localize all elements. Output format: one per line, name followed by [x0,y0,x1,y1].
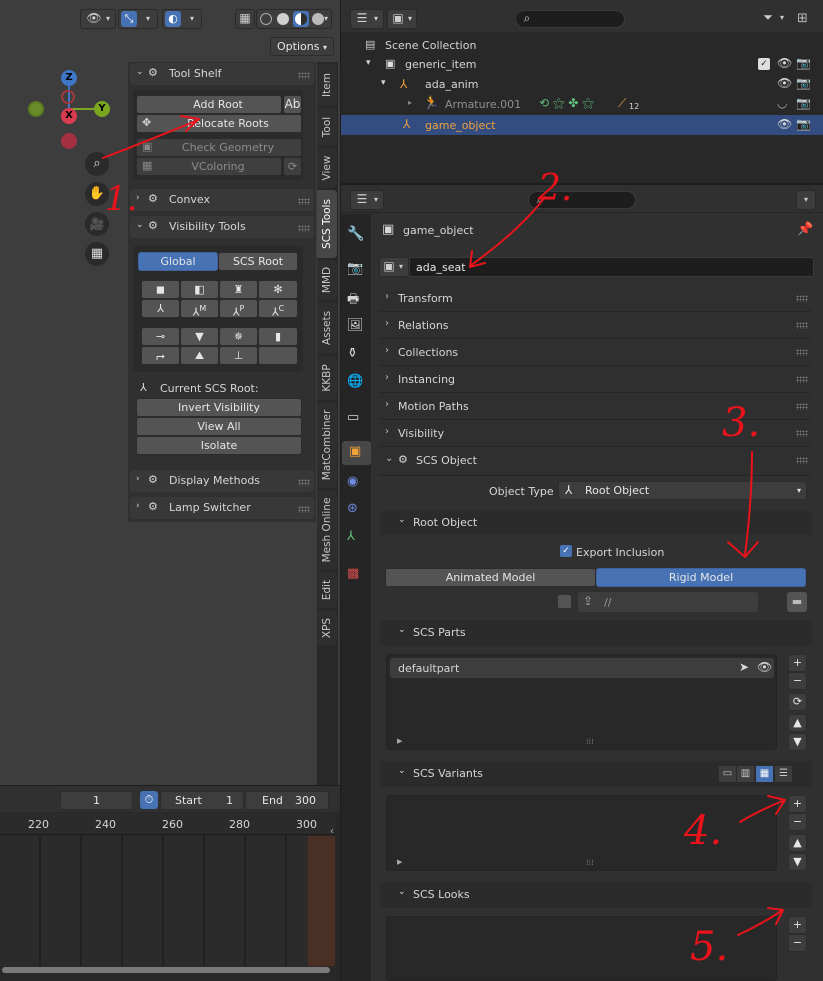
annotation-arrow-1 [102,115,200,159]
annotation-label-1: 1. [105,179,137,219]
annotation-label-4: 4. [683,808,722,854]
annotation-label-2: 2. [537,168,572,209]
annotation-arrow-2 [469,196,546,268]
annotation-arrow-5 [737,907,784,936]
annotation-overlay: 1. 2. 3. 4. 5. [102,115,786,970]
annotation-arrow-3 [727,451,759,558]
annotation-label-5: 5. [690,924,728,970]
annotation-arrow-4 [739,795,786,823]
annotation-label-3: 3. [722,400,760,446]
